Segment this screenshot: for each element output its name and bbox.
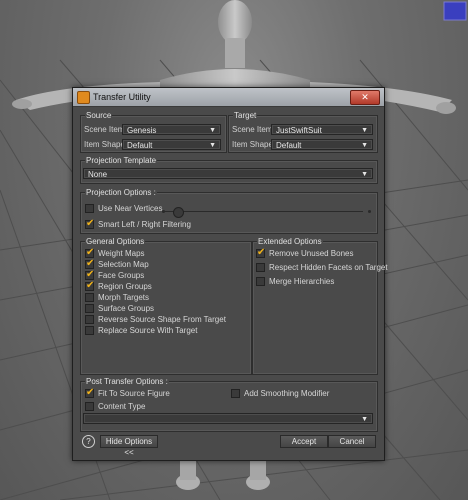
projection-template-value: None: [88, 170, 108, 179]
checkbox-box: [85, 204, 94, 213]
checkmark-icon: [256, 247, 265, 258]
slider-max-dot: [368, 210, 371, 213]
projection-options-label: Projection Options :: [85, 188, 157, 197]
near-vertices-slider-track[interactable]: [163, 211, 363, 212]
checkmark-icon: [85, 280, 94, 291]
add-smoothing-label: Add Smoothing Modifier: [244, 389, 330, 398]
weight-maps-label: Weight Maps: [98, 249, 145, 258]
cancel-button[interactable]: Cancel: [328, 435, 376, 448]
checkmark-icon: [85, 247, 94, 258]
hide-options-button[interactable]: Hide Options <<: [100, 435, 158, 457]
checkmark-icon: [85, 258, 94, 269]
respect-hidden-facets-label: Respect Hidden Facets on Target: [269, 263, 388, 272]
checkbox-box: [85, 315, 94, 324]
projection-template-select[interactable]: None ▼: [83, 168, 373, 179]
dialog-title: Transfer Utility: [93, 92, 151, 102]
target-item-shape-select[interactable]: Default ▼: [271, 139, 373, 150]
extended-options-label: Extended Options: [257, 237, 323, 246]
selection-map-label: Selection Map: [98, 260, 149, 269]
remove-unused-bones-label: Remove Unused Bones: [269, 249, 354, 258]
surface-groups-label: Surface Groups: [98, 304, 155, 313]
region-groups-label: Region Groups: [98, 282, 152, 291]
respect-hidden-facets-checkbox[interactable]: Respect Hidden Facets on Target: [256, 262, 388, 273]
checkmark-icon: [85, 387, 94, 398]
checkbox-box: [85, 402, 94, 411]
slider-min-dot: [162, 210, 165, 213]
region-groups-checkbox[interactable]: Region Groups: [85, 280, 235, 292]
chevron-down-icon: ▼: [361, 142, 368, 149]
checkbox-box: [231, 389, 240, 398]
accept-button[interactable]: Accept: [280, 435, 328, 448]
weight-maps-checkbox[interactable]: Weight Maps: [85, 247, 235, 259]
add-smoothing-checkbox[interactable]: Add Smoothing Modifier: [231, 388, 371, 399]
checkbox-box: [85, 304, 94, 313]
remove-unused-bones-checkbox[interactable]: Remove Unused Bones: [256, 247, 374, 259]
view-cube-icon[interactable]: [442, 0, 468, 22]
source-scene-item-value: Genesis: [127, 126, 157, 135]
target-scene-item-select[interactable]: JustSwiftSuit ▼: [271, 124, 373, 135]
dialog-titlebar[interactable]: Transfer Utility ✕: [73, 88, 384, 107]
use-near-vertices-label: Use Near Vertices: [98, 204, 163, 213]
source-item-shape-value: Default: [127, 141, 153, 150]
merge-hierarchies-label: Merge Hierarchies: [269, 277, 335, 286]
selection-map-checkbox[interactable]: Selection Map: [85, 258, 235, 270]
help-icon[interactable]: ?: [82, 435, 95, 448]
projection-template-label: Projection Template: [85, 156, 158, 165]
content-type-select[interactable]: ▼: [83, 413, 373, 424]
checkbox-box: [85, 326, 94, 335]
morph-targets-label: Morph Targets: [98, 293, 149, 302]
chevron-down-icon: ▼: [361, 171, 368, 178]
reverse-source-shape-checkbox[interactable]: Reverse Source Shape From Target: [85, 314, 245, 325]
chevron-down-icon: ▼: [361, 416, 368, 423]
app-logo-icon: [77, 91, 90, 104]
chevron-down-icon: ▼: [361, 127, 368, 134]
post-transfer-label: Post Transfer Options :: [85, 377, 169, 386]
source-scene-item-select[interactable]: Genesis ▼: [122, 124, 221, 135]
general-options-label: General Options: [85, 237, 146, 246]
checkbox-box: [85, 293, 94, 302]
checkbox-box: [256, 277, 265, 286]
checkbox-box: [256, 263, 265, 272]
content-type-checkbox[interactable]: Content Type: [85, 401, 225, 412]
face-groups-label: Face Groups: [98, 271, 145, 280]
close-button[interactable]: ✕: [350, 90, 380, 105]
surface-groups-checkbox[interactable]: Surface Groups: [85, 303, 235, 314]
smart-filtering-label: Smart Left / Right Filtering: [98, 220, 191, 229]
fit-to-source-label: Fit To Source Figure: [98, 389, 170, 398]
merge-hierarchies-checkbox[interactable]: Merge Hierarchies: [256, 276, 374, 287]
morph-targets-checkbox[interactable]: Morph Targets: [85, 292, 235, 303]
chevron-down-icon: ▼: [209, 142, 216, 149]
target-group-label: Target: [233, 111, 258, 120]
source-item-shape-select[interactable]: Default ▼: [122, 139, 221, 150]
source-group-label: Source: [85, 111, 113, 120]
content-type-label: Content Type: [98, 402, 146, 411]
near-vertices-slider-handle[interactable]: [173, 207, 184, 218]
fit-to-source-checkbox[interactable]: Fit To Source Figure: [85, 387, 225, 399]
smart-filtering-checkbox[interactable]: Smart Left / Right Filtering: [85, 218, 225, 230]
checkmark-icon: [85, 269, 94, 280]
replace-source-checkbox[interactable]: Replace Source With Target: [85, 325, 235, 336]
checkmark-icon: [85, 218, 94, 229]
face-groups-checkbox[interactable]: Face Groups: [85, 269, 235, 281]
chevron-down-icon: ▼: [209, 127, 216, 134]
reverse-source-shape-label: Reverse Source Shape From Target: [98, 315, 226, 324]
target-scene-item-value: JustSwiftSuit: [276, 126, 322, 135]
replace-source-label: Replace Source With Target: [98, 326, 198, 335]
transfer-utility-dialog: Transfer Utility ✕ Source Scene Item : G…: [72, 87, 388, 461]
target-item-shape-value: Default: [276, 141, 302, 150]
